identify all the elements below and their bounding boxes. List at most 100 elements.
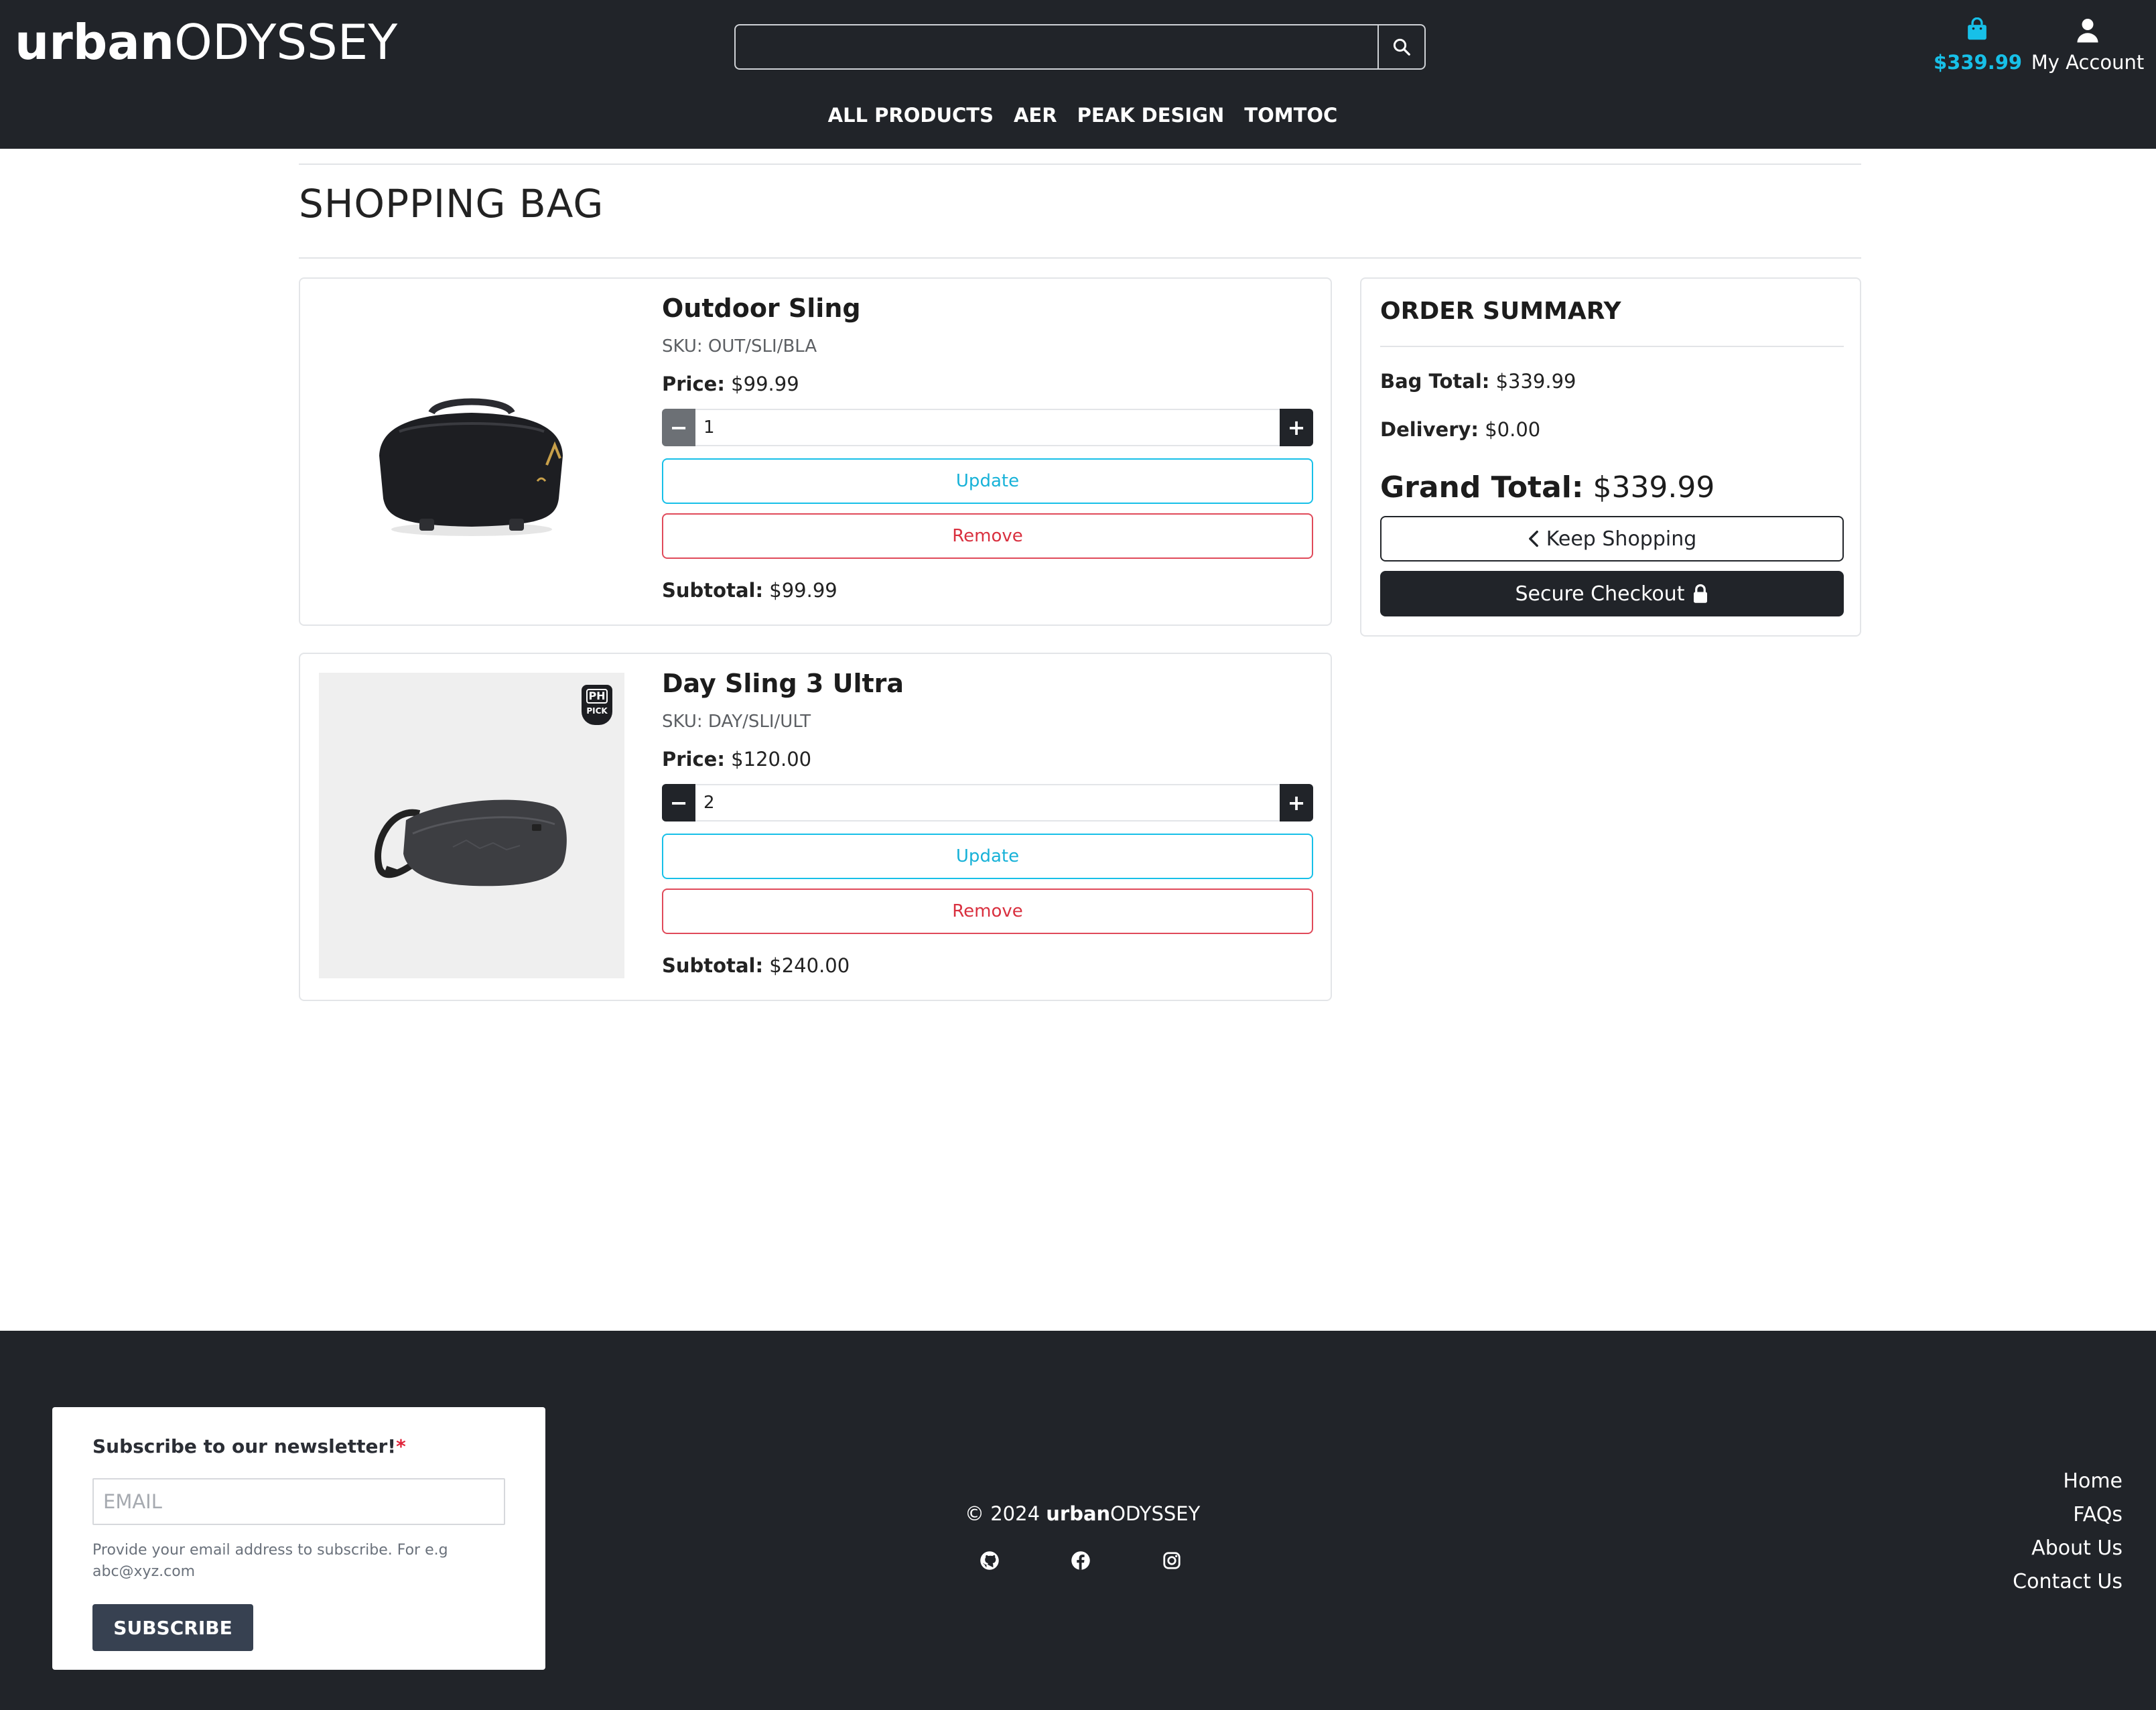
footer-link-faqs[interactable]: FAQs	[2013, 1498, 2123, 1532]
subtotal-label: Subtotal:	[662, 579, 764, 602]
my-account-link[interactable]: My Account	[2027, 16, 2148, 78]
bag-total-label: Bag Total:	[1380, 370, 1490, 393]
bag-total-amount: $339.99	[1934, 51, 2023, 74]
minus-icon: −	[669, 415, 688, 440]
grand-total-label: Grand Total:	[1380, 470, 1584, 505]
summary-divider	[1380, 346, 1844, 347]
quantity-stepper: − 2 +	[662, 784, 1313, 821]
page-title: SHOPPING BAG	[299, 181, 604, 226]
github-icon	[980, 1551, 999, 1570]
subtotal-value: $240.00	[769, 954, 850, 977]
bag-total-value: $339.99	[1495, 370, 1576, 393]
product-name[interactable]: Outdoor Sling	[662, 293, 861, 323]
instagram-icon	[1163, 1552, 1181, 1569]
plus-icon: +	[1287, 415, 1306, 440]
bag-item: PH PICK Day Sling 3 Ultra SKU: DAY/SLI/U…	[299, 653, 1332, 1001]
item-subtotal: Subtotal: $240.00	[662, 954, 850, 977]
badge-line2: PICK	[586, 706, 608, 716]
decrement-button[interactable]: −	[662, 784, 695, 821]
newsletter-title: Subscribe to our newsletter!*	[92, 1435, 406, 1457]
newsletter-help-text: Provide your email address to subscribe.…	[92, 1542, 448, 1580]
user-icon	[2077, 19, 2098, 43]
site-logo[interactable]: urbanODYSSEY	[15, 12, 397, 72]
minus-icon: −	[669, 790, 688, 815]
product-sku: SKU: DAY/SLI/ULT	[662, 712, 811, 732]
keep-shopping-button[interactable]: Keep Shopping	[1380, 516, 1844, 562]
bag-total-line: Bag Total: $339.99	[1380, 370, 1576, 393]
newsletter-card: Subscribe to our newsletter!* Provide yo…	[52, 1407, 545, 1670]
search-button[interactable]	[1377, 24, 1426, 70]
secure-checkout-button[interactable]: Secure Checkout	[1380, 571, 1844, 616]
email-field[interactable]	[92, 1478, 505, 1525]
outdoor-sling-image	[379, 398, 563, 536]
facebook-icon	[1071, 1551, 1090, 1570]
logo-light: ODYSSEY	[174, 14, 398, 70]
product-image[interactable]	[319, 298, 624, 603]
my-account-label: My Account	[2031, 51, 2145, 74]
decrement-button[interactable]: −	[662, 409, 695, 446]
copyright-bold: urban	[1046, 1502, 1111, 1525]
quantity-input[interactable]: 2	[695, 784, 1280, 821]
footer-link-about[interactable]: About Us	[2013, 1532, 2123, 1565]
lock-icon	[1693, 584, 1707, 603]
required-mark: *	[396, 1435, 406, 1457]
search-bar	[734, 24, 1426, 70]
divider-bottom	[299, 257, 1861, 259]
nav-all-products[interactable]: ALL PRODUCTS	[828, 101, 994, 130]
quantity-input[interactable]: 1	[695, 409, 1280, 446]
badge-line1: PH	[586, 689, 608, 704]
nav-tomtoc[interactable]: TOMTOC	[1244, 101, 1337, 130]
bag-item: Outdoor Sling SKU: OUT/SLI/BLA Price: $9…	[299, 277, 1332, 626]
main-nav: ALL PRODUCTS AER PEAK DESIGN TOMTOC	[0, 101, 2156, 130]
keep-shopping-label: Keep Shopping	[1546, 527, 1697, 551]
update-button[interactable]: Update	[662, 458, 1313, 504]
logo-bold: urban	[15, 14, 175, 70]
remove-button[interactable]: Remove	[662, 513, 1313, 559]
copyright: © 2024 urbanODYSSEY	[965, 1502, 1200, 1525]
footer-link-home[interactable]: Home	[2013, 1465, 2123, 1498]
instagram-link[interactable]	[1160, 1549, 1183, 1572]
shopping-bag-icon	[1968, 17, 1986, 40]
delivery-value: $0.00	[1485, 418, 1541, 441]
quantity-stepper: − 1 +	[662, 409, 1313, 446]
search-icon	[1393, 38, 1410, 56]
copyright-prefix: © 2024	[965, 1502, 1047, 1525]
ph-pick-badge: PH PICK	[582, 685, 612, 725]
footer-link-contact[interactable]: Contact Us	[2013, 1565, 2123, 1599]
subscribe-button[interactable]: SUBSCRIBE	[92, 1604, 253, 1651]
nav-aer[interactable]: AER	[1014, 101, 1057, 130]
nav-peak-design[interactable]: PEAK DESIGN	[1077, 101, 1225, 130]
github-link[interactable]	[978, 1549, 1001, 1572]
chevron-left-icon	[1528, 530, 1538, 547]
price-value: $120.00	[731, 748, 812, 771]
search-input[interactable]	[734, 24, 1377, 70]
subtotal-value: $99.99	[769, 579, 837, 602]
price-label: Price:	[662, 373, 725, 395]
price-value: $99.99	[731, 373, 799, 395]
item-subtotal: Subtotal: $99.99	[662, 579, 837, 602]
remove-button[interactable]: Remove	[662, 889, 1313, 934]
footer-links: Home FAQs About Us Contact Us	[2013, 1465, 2123, 1599]
checkout-label: Secure Checkout	[1515, 582, 1685, 606]
shopping-bag-link[interactable]: $339.99	[1934, 16, 2023, 78]
delivery-line: Delivery: $0.00	[1380, 418, 1540, 441]
subtotal-label: Subtotal:	[662, 954, 764, 977]
product-name[interactable]: Day Sling 3 Ultra	[662, 669, 904, 698]
grand-total-value: $339.99	[1593, 470, 1715, 505]
product-price: Price: $99.99	[662, 373, 799, 395]
update-button[interactable]: Update	[662, 834, 1313, 879]
increment-button[interactable]: +	[1280, 784, 1313, 821]
price-label: Price:	[662, 748, 725, 771]
delivery-label: Delivery:	[1380, 418, 1479, 441]
product-image[interactable]: PH PICK	[319, 673, 624, 978]
copyright-light: ODYSSEY	[1110, 1502, 1201, 1525]
facebook-link[interactable]	[1069, 1549, 1092, 1572]
plus-icon: +	[1287, 790, 1306, 815]
newsletter-title-text: Subscribe to our newsletter!	[92, 1435, 397, 1457]
site-header: urbanODYSSEY $339.99 My Account ALL PROD…	[0, 0, 2156, 149]
product-price: Price: $120.00	[662, 748, 811, 771]
product-sku: SKU: OUT/SLI/BLA	[662, 336, 817, 356]
site-footer: Subscribe to our newsletter!* Provide yo…	[0, 1331, 2156, 1710]
divider-top	[299, 163, 1861, 165]
increment-button[interactable]: +	[1280, 409, 1313, 446]
